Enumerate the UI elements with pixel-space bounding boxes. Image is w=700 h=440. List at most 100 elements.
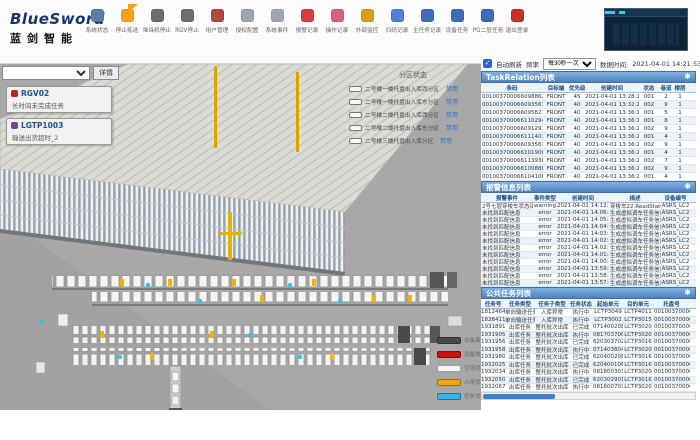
toolbar-button[interactable]: 主任务记录	[412, 9, 442, 34]
detail-button[interactable]: 详情	[93, 66, 119, 80]
zone-disable-link[interactable]: 禁用	[446, 123, 458, 132]
horizontal-scrollbar[interactable]	[481, 392, 696, 400]
legend-label: 空闲货位	[464, 364, 481, 372]
legend-item: 任务货位	[437, 392, 481, 400]
table-row[interactable]: 00100370006610190619 FRONT 40 2021-04-01…	[481, 149, 696, 157]
zone-checkbox[interactable]	[349, 99, 362, 105]
warehouse-3d-viewport[interactable]: 详情 RGV02 长时间未完成任务 LGTP1003 输送出货超时_2 分区状态	[0, 64, 481, 410]
toolbar-button-icon	[361, 9, 374, 22]
toolbar-button-label: 操作记录	[323, 25, 352, 34]
zone-checkbox[interactable]	[349, 86, 362, 92]
toolbar-button[interactable]: 用户管理	[202, 9, 232, 34]
toolbar-button-icon	[181, 9, 194, 22]
table-row[interactable]: 00100370006611029457 FRONT 40 2021-04-01…	[481, 117, 696, 125]
toolbar-button[interactable]: RGV停止	[172, 9, 202, 34]
zone-disable-link[interactable]: 禁用	[440, 136, 452, 145]
toolbar-button[interactable]: 系统事件	[262, 9, 292, 34]
zone-checkbox[interactable]	[349, 125, 362, 131]
minimap-preview[interactable]	[604, 8, 688, 51]
table-header-bar: 报警信息列表 ✱	[481, 181, 696, 193]
minimap-header	[605, 9, 687, 17]
toolbar-button-label: RGV停止	[173, 25, 202, 34]
table-row[interactable]: 00100370006609582162 FRONT 40 2021-04-01…	[481, 109, 696, 117]
legend-label: 设备离线	[464, 336, 481, 344]
table-body: 00100370006609886239 FRONT 45 2021-04-01…	[481, 93, 696, 181]
table-row[interactable]: 00100370006610410653 FRONT 40 2021-04-01…	[481, 173, 696, 181]
toolbar-button-label: 堆垛机停止	[143, 25, 172, 34]
right-data-panel: ✓ 自动刷新 频率 每30秒一次 数据时间: 2021-04-01 14:21:…	[481, 56, 696, 404]
table-row[interactable]: 00100370006609129123 FRONT 40 2021-04-01…	[481, 125, 696, 133]
table-row[interactable]: 1932067 出库任务 整托批次出库 执行中 0816007032 LCTP3…	[481, 384, 696, 392]
toolbar-button-icon	[511, 9, 524, 22]
zone-disable-link[interactable]: 禁用	[446, 110, 458, 119]
table-header-bar: TaskRelation列表 ✱	[481, 71, 696, 83]
device-filter-select[interactable]	[2, 66, 90, 80]
device-status-icon	[11, 90, 18, 97]
legend-color-swatch	[437, 365, 461, 372]
toolbar-button[interactable]: 外部监控	[352, 9, 382, 34]
table-column-header: 条码 目标端 优先级 创建时间 状态 巷道 楼层	[481, 83, 696, 93]
legend-label: 设备故障	[464, 350, 481, 358]
zone-row: 二号楼一楼托盘出入库西分区 禁用	[349, 84, 477, 93]
table-row[interactable]: 00100370006609886239 FRONT 45 2021-04-01…	[481, 93, 696, 101]
alarm-info-table: 报警信息列表 ✱ 报警事件 事件类型 创建时间 描述 设备编号 2号七层穿梭车状…	[481, 181, 696, 287]
legend-item: 设备故障	[437, 350, 481, 358]
legend-color-swatch	[437, 379, 461, 386]
auto-refresh-checkbox[interactable]: ✓	[483, 59, 492, 68]
toolbar-button-icon	[421, 9, 434, 22]
zone-panel-title: 分区状态	[349, 70, 477, 80]
device-alert-card[interactable]: RGV02 长时间未完成任务	[6, 86, 112, 113]
toolbar-button[interactable]: PG二层任务	[472, 9, 502, 34]
toolbar-button[interactable]: 停止拣选	[112, 9, 142, 34]
toolbar-button-icon	[451, 9, 464, 22]
table-row[interactable]: 00100370006609356770 FRONT 40 2021-04-01…	[481, 141, 696, 149]
table-row[interactable]: 00100370006609356770 FRONT 40 2021-04-01…	[481, 101, 696, 109]
toolbar-button-label: PG二层任务	[473, 25, 502, 34]
toolbar-button-icon	[211, 9, 224, 22]
toolbar-button-label: 授权配置	[233, 25, 262, 34]
legend-color-swatch	[437, 351, 461, 358]
zone-disable-link[interactable]: 禁用	[446, 84, 458, 93]
toolbar-button[interactable]: 退出登录	[502, 9, 532, 34]
toolbar-button-icon	[91, 9, 104, 22]
toolbar-button-icon	[391, 9, 404, 22]
table-row[interactable]: 未找到匹配信息 error 2021-04-01 13:57:49 生成虚拟调车…	[481, 280, 696, 287]
toolbar-button-label: 报警记录	[293, 25, 322, 34]
scrollbar-thumb[interactable]	[483, 394, 555, 399]
toolbar-button[interactable]: 扫码记录	[382, 9, 412, 34]
table-settings-icon[interactable]: ✱	[684, 289, 691, 297]
conveyor-line-middle	[52, 272, 457, 306]
status-legend: 设备离线 设备故障 空闲货位 占用货位 任务货位	[437, 336, 481, 406]
table-row[interactable]: 00100370006611140190 FRONT 40 2021-04-01…	[481, 133, 696, 141]
legend-color-swatch	[437, 337, 461, 344]
toolbar-button[interactable]: 设备任务	[442, 9, 472, 34]
data-time-value: 2021-04-01 14:21:53	[632, 60, 700, 68]
toolbar-button[interactable]: 报警记录	[292, 9, 322, 34]
table-settings-icon[interactable]: ✱	[684, 183, 691, 191]
zone-label: 二号楼一楼托盘出入库东分区	[365, 97, 439, 106]
zone-row: 二号楼三楼托盘出入库分区 禁用	[349, 136, 477, 145]
zone-list: 二号楼一楼托盘出入库西分区 禁用 二号楼一楼托盘出入库东分区 禁用 二号楼二楼托…	[349, 84, 477, 145]
toolbar-button-label: 主任务记录	[413, 25, 442, 34]
zone-disable-link[interactable]: 禁用	[446, 97, 458, 106]
table-row[interactable]: 00100370006610088881 FRONT 40 2021-04-01…	[481, 165, 696, 173]
toolbar-button-label: 退出登录	[503, 25, 532, 34]
toolbar-button-icon	[151, 9, 164, 22]
toolbar-button[interactable]: 操作记录	[322, 9, 352, 34]
table-title: TaskRelation列表	[486, 72, 555, 83]
toolbar-button-icon	[121, 9, 134, 22]
toolbar-button-label: 用户管理	[203, 25, 232, 34]
table-row[interactable]: 00100370006611393005 FRONT 40 2021-04-01…	[481, 157, 696, 165]
zone-checkbox[interactable]	[349, 112, 362, 118]
refresh-frequency-select[interactable]: 每30秒一次	[543, 58, 596, 70]
alert-description: 输送出货超时_2	[11, 132, 107, 142]
table-settings-icon[interactable]: ✱	[684, 73, 691, 81]
toolbar-button[interactable]: 授权配置	[232, 9, 262, 34]
device-alert-card[interactable]: LGTP1003 输送出货超时_2	[6, 118, 112, 145]
toolbar-button-icon	[271, 9, 284, 22]
toolbar-button[interactable]: 系统状态	[82, 9, 112, 34]
toolbar-button[interactable]: 堆垛机停止	[142, 9, 172, 34]
zone-checkbox[interactable]	[349, 138, 362, 144]
public-task-table: 公共任务列表 ✱ 任务号 任务类型 任务子类型 任务状态 起始单元 目的单元 托…	[481, 287, 696, 400]
minimap-marker-icon	[605, 11, 615, 14]
